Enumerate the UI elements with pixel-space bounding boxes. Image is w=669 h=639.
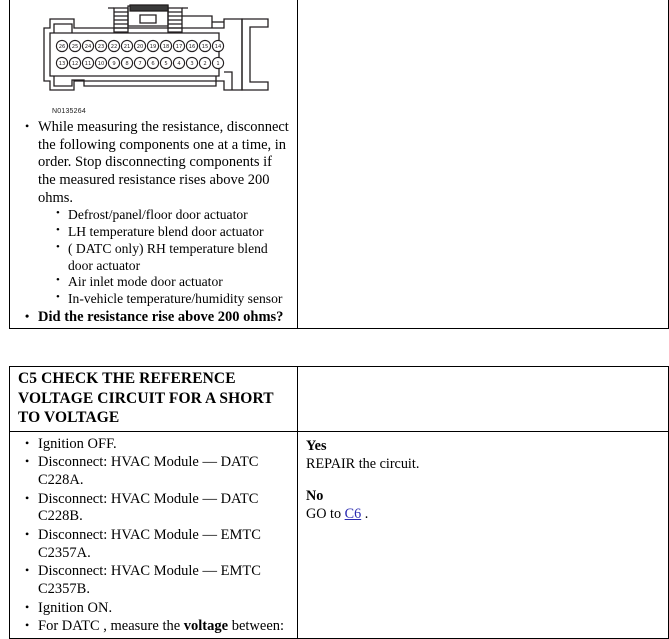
list-item: LH temperature blend door actuator [56,224,291,241]
svg-text:3: 3 [190,61,193,67]
svg-text:13: 13 [59,61,66,67]
svg-text:5: 5 [164,61,167,67]
list-item: Disconnect: HVAC Module — DATC C228B. [25,491,297,526]
svg-text:11: 11 [85,61,92,67]
table-row: Ignition OFF. Disconnect: HVAC Module — … [9,430,669,639]
measure-prefix: For DATC , measure the [38,618,184,635]
document-page: 26 25 24 23 22 21 20 19 18 17 16 15 14 1… [0,0,669,639]
step-c5-measure-item: For DATC , measure the voltage between: [25,618,297,636]
svg-text:6: 6 [151,61,154,67]
svg-text:12: 12 [72,61,79,67]
list-item: Ignition OFF. [25,436,297,454]
svg-text:26: 26 [59,44,66,50]
list-item: ( DATC only) RH temperature blend door a… [56,241,291,274]
answer-no-text: GO to C6 . [306,505,668,523]
answer-block: Yes REPAIR the circuit. No GO to C6 . [298,432,668,524]
svg-text:10: 10 [98,61,105,67]
step-c5-table: C5 CHECK THE REFERENCE VOLTAGE CIRCUIT F… [9,366,669,639]
list-item: Disconnect: HVAC Module — EMTC C2357B. [25,563,297,598]
cross-reference-link-c6[interactable]: C6 [345,506,362,522]
answer-yes-text: REPAIR the circuit. [306,455,420,472]
svg-text:1: 1 [216,61,219,67]
connector-figure: 26 25 24 23 22 21 20 19 18 17 16 15 14 1… [10,0,297,115]
svg-text:22: 22 [111,44,118,50]
svg-text:19: 19 [150,44,157,50]
svg-text:20: 20 [137,44,144,50]
list-item: Air inlet mode door actuator [56,274,291,291]
table-row: C5 CHECK THE REFERENCE VOLTAGE CIRCUIT F… [9,366,669,432]
measure-suffix: between: [228,618,285,635]
step-c5-action-cell: Ignition OFF. Disconnect: HVAC Module — … [9,430,298,639]
answer-divider-space [306,473,668,487]
list-item: In-vehicle temperature/humidity sensor [56,291,291,308]
svg-text:8: 8 [125,61,128,67]
step-c4-detail-cell: 26 25 24 23 22 21 20 19 18 17 16 15 14 1… [9,0,298,330]
step-c4-question: Did the resistance rise above 200 ohms? [25,309,297,327]
step-c5-header-cell: C5 CHECK THE REFERENCE VOLTAGE CIRCUIT F… [9,366,298,432]
svg-text:15: 15 [202,44,209,50]
answer-yes-label: Yes [306,437,327,454]
svg-text:7: 7 [138,61,141,67]
hvac-connector-26-pin-icon: 26 25 24 23 22 21 20 19 18 17 16 15 14 1… [43,4,269,91]
step-c5-answer-cell: Yes REPAIR the circuit. No GO to C6 . [297,430,669,639]
answer-no-prefix: GO to [306,506,345,523]
table-row: 26 25 24 23 22 21 20 19 18 17 16 15 14 1… [9,0,669,330]
svg-text:14: 14 [215,44,222,50]
step-c4-instruction-list: While measuring the resistance, disconne… [10,119,297,326]
svg-text:16: 16 [189,44,196,50]
measure-emphasis: voltage [183,618,229,635]
svg-text:9: 9 [112,61,115,67]
svg-text:23: 23 [98,44,105,50]
svg-text:17: 17 [176,44,183,50]
step-c5-action-list: Ignition OFF. Disconnect: HVAC Module — … [10,436,297,637]
step-c5-header-spacer-cell [297,366,669,432]
list-item: Disconnect: HVAC Module — EMTC C2357A. [25,527,297,562]
svg-text:2: 2 [203,61,206,67]
component-disconnect-list: Defrost/panel/floor door actuator LH tem… [38,207,291,307]
step-c5-title: C5 CHECK THE REFERENCE VOLTAGE CIRCUIT F… [18,370,274,427]
instruction-text: While measuring the resistance, disconne… [38,119,289,206]
list-item: Defrost/panel/floor door actuator [56,207,291,224]
list-item: Ignition ON. [25,600,297,618]
step-c4-answer-cell [297,0,669,330]
step-c4-table: 26 25 24 23 22 21 20 19 18 17 16 15 14 1… [9,0,669,330]
list-item: While measuring the resistance, disconne… [25,119,297,308]
svg-text:25: 25 [72,44,79,50]
list-item: Disconnect: HVAC Module — DATC C228A. [25,454,297,489]
answer-no-suffix: . [361,506,369,523]
svg-text:21: 21 [124,44,131,50]
figure-id-label: N0135264 [52,108,86,115]
svg-text:24: 24 [85,44,92,50]
svg-text:18: 18 [163,44,170,50]
answer-no-label: No [306,487,324,504]
